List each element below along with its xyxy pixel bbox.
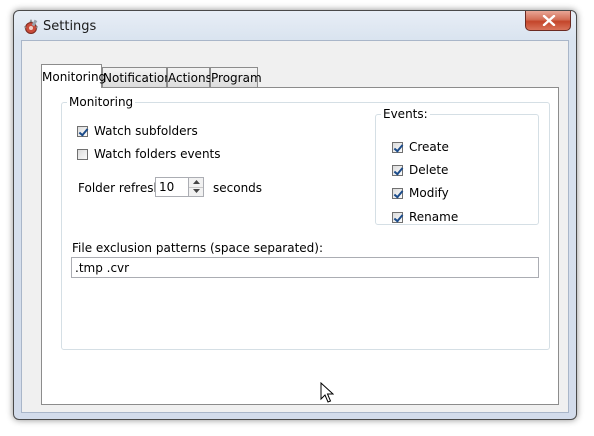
spin-down-button[interactable] — [189, 187, 203, 196]
event-delete-label: Delete — [409, 163, 449, 177]
arrow-down-icon — [193, 189, 200, 193]
arrow-up-icon — [193, 180, 200, 184]
event-delete-checkbox[interactable]: Delete — [392, 163, 448, 177]
watch-folder-events-checkbox[interactable]: Watch folders events — [77, 147, 221, 161]
event-modify-label: Modify — [409, 186, 449, 200]
checkbox-checked-icon — [392, 211, 403, 223]
tab-actions[interactable]: Actions — [167, 67, 212, 87]
watch-subfolders-checkbox[interactable]: Watch subfolders — [77, 124, 198, 138]
monitoring-tab-panel: Monitoring Watch subfolders Watch folder… — [41, 87, 559, 405]
mouse-pointer-icon — [320, 382, 334, 403]
monitoring-group-label: Monitoring — [67, 95, 136, 109]
checkbox-checked-icon — [392, 141, 403, 153]
checkbox-checked-icon — [392, 164, 403, 176]
exclusion-patterns-input[interactable] — [71, 257, 539, 278]
folder-refresh-spinner[interactable] — [188, 177, 204, 197]
event-modify-checkbox[interactable]: Modify — [392, 186, 449, 200]
event-rename-checkbox[interactable]: Rename — [392, 210, 458, 224]
tab-monitoring[interactable]: Monitoring — [41, 64, 106, 88]
close-icon — [542, 15, 556, 26]
settings-app-icon — [22, 18, 40, 36]
exclusion-label: File exclusion patterns (space separated… — [72, 241, 324, 255]
checkbox-unchecked-icon — [77, 148, 88, 160]
event-create-label: Create — [409, 140, 449, 154]
tab-program[interactable]: Program — [210, 67, 262, 87]
close-button[interactable] — [525, 11, 571, 31]
tab-label: Notification — [103, 71, 172, 85]
watch-folder-events-label: Watch folders events — [94, 147, 221, 161]
tab-notification[interactable]: Notification — [102, 67, 172, 87]
tab-label: Actions — [168, 71, 212, 85]
events-group-label: Events: — [381, 107, 430, 121]
watch-subfolders-label: Watch subfolders — [94, 124, 198, 138]
settings-window: Settings Monitoring Notification Actions… — [13, 10, 577, 420]
event-create-checkbox[interactable]: Create — [392, 140, 449, 154]
checkbox-checked-icon — [392, 187, 403, 199]
event-rename-label: Rename — [409, 210, 459, 224]
window-title: Settings — [43, 19, 97, 34]
dialog-client-area: Monitoring Notification Actions Program … — [21, 40, 569, 413]
tab-label: Monitoring — [42, 70, 107, 84]
tab-label: Program — [211, 71, 262, 85]
folder-refresh-label: Folder refresh: — [78, 181, 166, 195]
seconds-label: seconds — [213, 181, 263, 195]
checkbox-checked-icon — [77, 125, 88, 137]
